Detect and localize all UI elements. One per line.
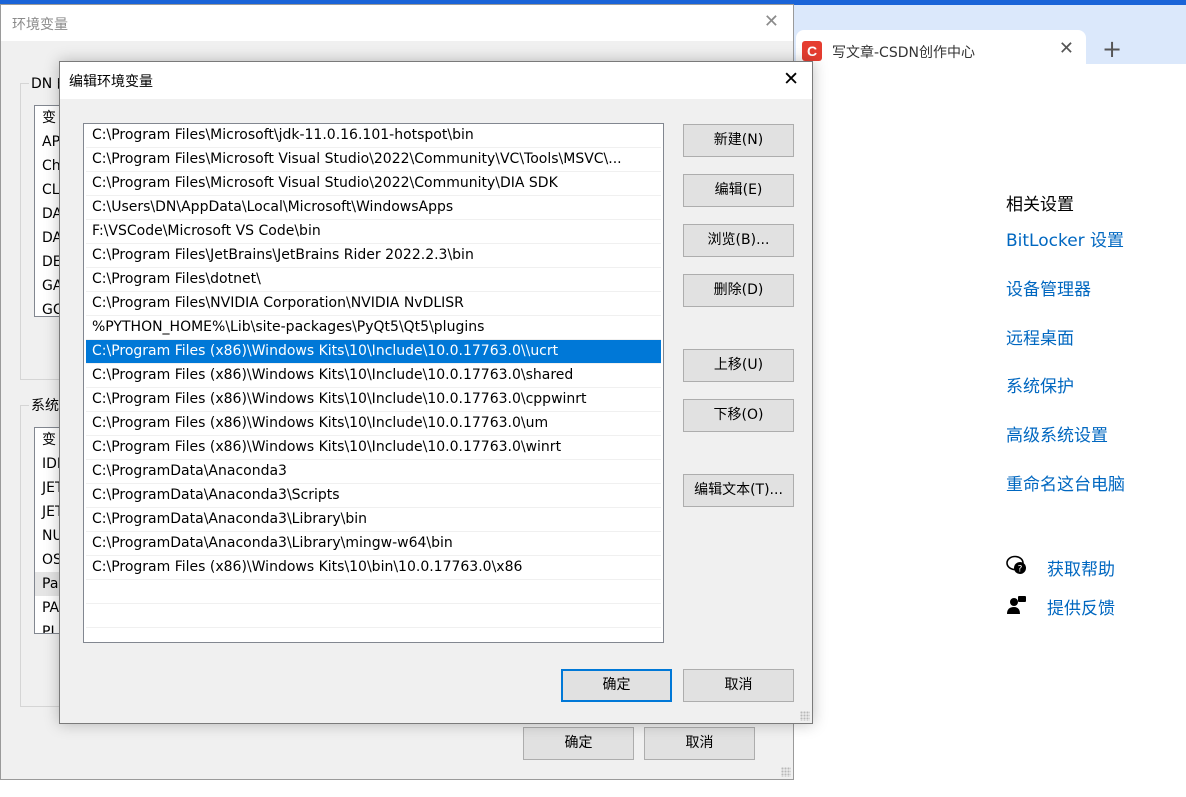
device-manager-link[interactable]: 设备管理器 [1006, 275, 1091, 300]
system-protection-link[interactable]: 系统保护 [1006, 372, 1074, 397]
path-entry[interactable]: C:\Program Files\Microsoft\jdk-11.0.16.1… [86, 124, 661, 148]
outer-dialog-title: 环境变量 [12, 17, 68, 33]
edit-text-button[interactable]: 编辑文本(T)... [683, 474, 794, 507]
path-entries-list[interactable]: C:\Program Files\Microsoft\jdk-11.0.16.1… [83, 123, 664, 643]
browser-tab[interactable]: C 写文章-CSDN创作中心 ✕ [796, 30, 1086, 69]
browse-button[interactable]: 浏览(B)... [683, 224, 794, 257]
edit-environment-variable-dialog: 编辑环境变量 ✕ C:\Program Files\Microsoft\jdk-… [59, 61, 813, 724]
path-entry[interactable]: C:\Program Files (x86)\Windows Kits\10\I… [86, 364, 661, 388]
path-entry[interactable]: C:\Program Files\dotnet\ [86, 268, 661, 292]
path-entry[interactable]: C:\Program Files\NVIDIA Corporation\NVID… [86, 292, 661, 316]
path-entry[interactable]: C:\Program Files\Microsoft Visual Studio… [86, 172, 661, 196]
remote-desktop-link[interactable]: 远程桌面 [1006, 324, 1074, 349]
related-settings-heading: 相关设置 [1006, 195, 1074, 215]
new-button[interactable]: 新建(N) [683, 124, 794, 157]
new-tab-icon[interactable]: + [1102, 36, 1122, 62]
svg-text:?: ? [1018, 565, 1023, 575]
path-entry[interactable]: C:\ProgramData\Anaconda3 [86, 460, 661, 484]
path-entry[interactable]: C:\Program Files\Microsoft Visual Studio… [86, 148, 661, 172]
edit-resize-grip[interactable] [800, 711, 810, 721]
path-entry-selected[interactable]: C:\Program Files (x86)\Windows Kits\10\I… [86, 340, 661, 364]
tab-title: 写文章-CSDN创作中心 [832, 45, 975, 61]
path-entry[interactable]: C:\Program Files (x86)\Windows Kits\10\I… [86, 436, 661, 460]
path-entry[interactable] [86, 604, 661, 628]
path-entry[interactable]: C:\Program Files\JetBrains\JetBrains Rid… [86, 244, 661, 268]
move-down-button[interactable]: 下移(O) [683, 399, 794, 432]
outer-close-icon[interactable]: ✕ [764, 11, 779, 32]
path-entry[interactable]: C:\ProgramData\Anaconda3\Scripts [86, 484, 661, 508]
advanced-system-settings-link[interactable]: 高级系统设置 [1006, 421, 1108, 446]
edit-button[interactable]: 编辑(E) [683, 174, 794, 207]
path-entry[interactable]: C:\ProgramData\Anaconda3\Library\bin [86, 508, 661, 532]
outer-ok-button[interactable]: 确定 [523, 727, 634, 760]
delete-button[interactable]: 删除(D) [683, 274, 794, 307]
outer-cancel-button[interactable]: 取消 [644, 727, 755, 760]
bitlocker-settings-link[interactable]: BitLocker 设置 [1006, 226, 1124, 251]
edit-ok-button[interactable]: 确定 [561, 669, 672, 702]
edit-dialog-close-icon[interactable]: ✕ [783, 68, 799, 90]
path-entry[interactable]: C:\Users\DN\AppData\Local\Microsoft\Wind… [86, 196, 661, 220]
csdn-favicon-icon: C [802, 41, 822, 61]
path-entry[interactable]: F:\VSCode\Microsoft VS Code\bin [86, 220, 661, 244]
rename-pc-link[interactable]: 重命名这台电脑 [1006, 470, 1125, 495]
path-entry[interactable]: C:\Program Files (x86)\Windows Kits\10\I… [86, 388, 661, 412]
help-chat-icon: ? [1006, 555, 1026, 575]
edit-dialog-title: 编辑环境变量 [69, 74, 153, 90]
outer-titlebar: 环境变量 ✕ [1, 5, 793, 41]
feedback-person-icon [1007, 596, 1026, 614]
outer-resize-grip[interactable] [781, 767, 791, 777]
provide-feedback-link[interactable]: 提供反馈 [1047, 594, 1115, 619]
move-up-button[interactable]: 上移(U) [683, 349, 794, 382]
path-entry[interactable]: C:\Program Files (x86)\Windows Kits\10\b… [86, 556, 661, 580]
inner-titlebar: 编辑环境变量 ✕ [60, 62, 812, 99]
path-entry[interactable]: %PYTHON_HOME%\Lib\site-packages\PyQt5\Qt… [86, 316, 661, 340]
get-help-link[interactable]: 获取帮助 [1047, 555, 1115, 580]
path-entry[interactable] [86, 580, 661, 604]
tab-close-icon[interactable]: ✕ [1059, 39, 1074, 59]
path-entry[interactable]: C:\ProgramData\Anaconda3\Library\mingw-w… [86, 532, 661, 556]
path-entry[interactable]: C:\Program Files (x86)\Windows Kits\10\I… [86, 412, 661, 436]
edit-cancel-button[interactable]: 取消 [683, 669, 794, 702]
